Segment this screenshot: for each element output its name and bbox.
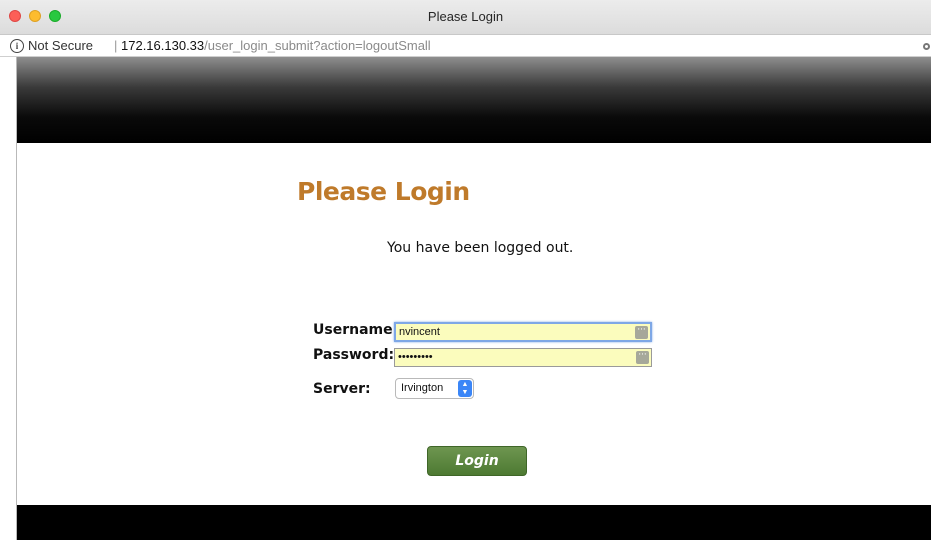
password-label: Password: (313, 347, 395, 363)
password-value: ••••••••• (398, 351, 433, 363)
window-title: Please Login (427, 9, 504, 24)
username-field[interactable]: nvincent ··· (394, 322, 652, 342)
username-label: Username: (313, 322, 399, 338)
password-field[interactable]: ••••••••• ··· (394, 348, 652, 367)
logout-message: You have been logged out. (387, 240, 574, 256)
page-title: Please Login (297, 177, 470, 206)
url-host: 172.16.130.33 (121, 38, 205, 53)
server-label: Server: (313, 381, 371, 397)
url-text[interactable]: 172.16.130.33/user_login_submit?action=l… (121, 35, 431, 57)
login-button[interactable]: Login (427, 446, 527, 476)
address-bar[interactable]: i Not Secure | 172.16.130.33/user_login_… (0, 35, 931, 57)
security-label: Not Secure (28, 38, 94, 53)
page-header-band (17, 57, 931, 143)
server-select[interactable]: Irvington ▲ ▼ (395, 378, 474, 399)
password-manager-icon[interactable]: ··· (635, 326, 648, 339)
reader-icon[interactable] (923, 43, 930, 50)
url-separator: | (114, 38, 118, 53)
password-manager-icon[interactable]: ··· (636, 351, 649, 364)
chevron-updown-icon: ▲ ▼ (458, 380, 472, 397)
page-footer-band (17, 505, 931, 540)
username-value: nvincent (399, 326, 440, 338)
info-icon[interactable]: i (10, 39, 24, 53)
server-selected-value: Irvington (401, 382, 444, 394)
page-content: Please Login You have been logged out. U… (16, 57, 931, 540)
url-path: /user_login_submit?action=logoutSmall (204, 38, 431, 53)
window-titlebar: Please Login (0, 0, 931, 35)
